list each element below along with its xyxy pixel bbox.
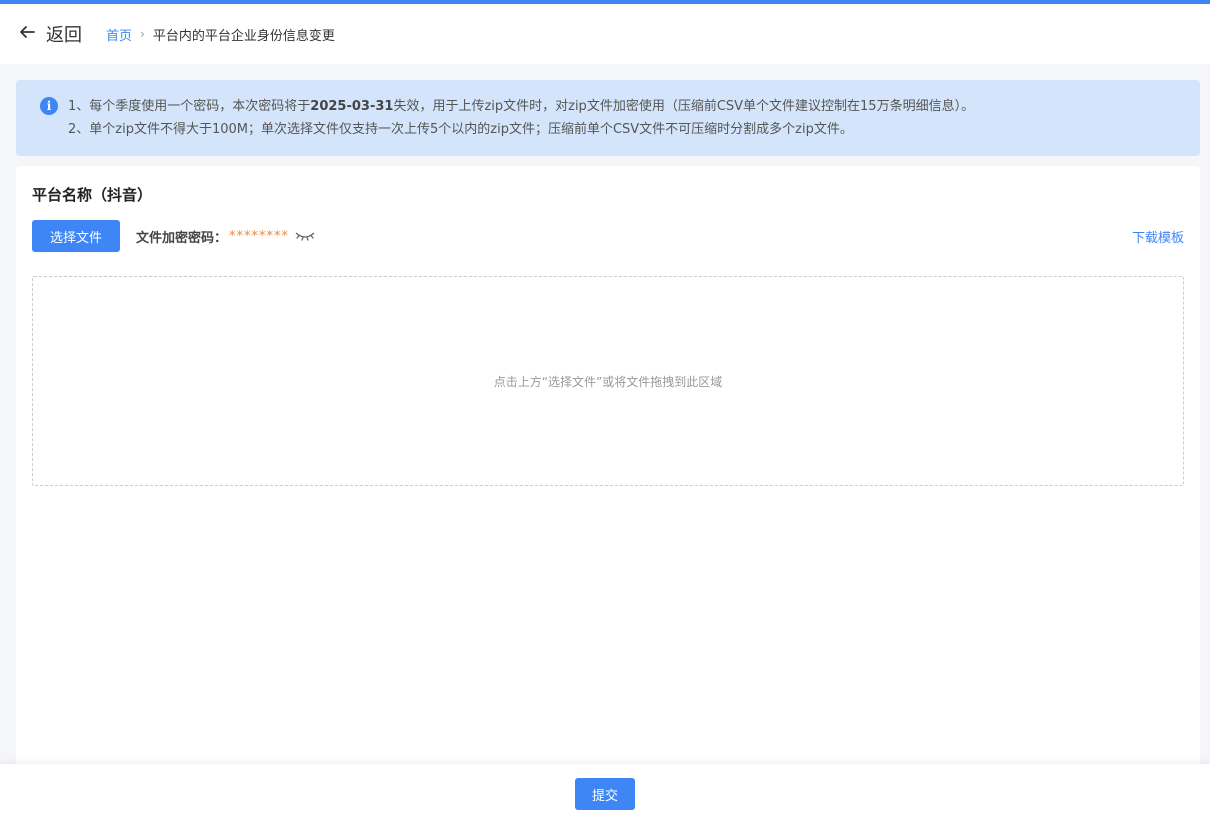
password-value: ******** bbox=[229, 228, 290, 244]
notice-line-1-prefix: 1、每个季度使用一个密码，本次密码将于 bbox=[68, 99, 311, 114]
back-button[interactable]: 返回 bbox=[18, 21, 82, 47]
select-file-button[interactable]: 选择文件 bbox=[32, 220, 120, 252]
dropzone-hint: 点击上方“选择文件”或将文件拖拽到此区域 bbox=[493, 374, 723, 389]
eye-closed-icon[interactable] bbox=[295, 230, 315, 242]
notice-line-2: 2、单个zip文件不得大于100M；单次选择文件仅支持一次上传5个以内的zip文… bbox=[68, 122, 853, 137]
footer-bar: 提交 bbox=[0, 764, 1210, 824]
notice-line-1-suffix: 失效，用于上传zip文件时，对zip文件加密使用（压缩前CSV单个文件建议控制在… bbox=[393, 99, 975, 114]
platform-title: 平台名称（抖音） bbox=[32, 186, 153, 204]
page-header: 返回 首页 › 平台内的平台企业身份信息变更 bbox=[0, 4, 1210, 64]
breadcrumb-separator: › bbox=[140, 27, 145, 41]
info-icon: i bbox=[40, 97, 58, 115]
password-label: 文件加密密码： bbox=[136, 230, 228, 246]
notice-line-1: 1、每个季度使用一个密码，本次密码将于2025-03-31失效，用于上传zip文… bbox=[68, 95, 974, 118]
breadcrumb-current: 平台内的平台企业身份信息变更 bbox=[152, 28, 335, 44]
notice-text: 1、每个季度使用一个密码，本次密码将于2025-03-31失效，用于上传zip文… bbox=[68, 95, 974, 156]
notice-expiry-date: 2025-03-31 bbox=[310, 99, 394, 114]
upload-toolbar: 选择文件 文件加密密码： ******** 下载模板 bbox=[32, 220, 1184, 252]
download-template-link[interactable]: 下载模板 bbox=[1132, 227, 1184, 246]
submit-button[interactable]: 提交 bbox=[575, 778, 635, 810]
upload-panel: 平台名称（抖音） 选择文件 文件加密密码： ******** 下载模板 点击上方… bbox=[16, 166, 1200, 766]
info-notice: i 1、每个季度使用一个密码，本次密码将于2025-03-31失效，用于上传zi… bbox=[16, 80, 1200, 156]
breadcrumb-home-link[interactable]: 首页 bbox=[106, 25, 132, 44]
back-label: 返回 bbox=[46, 25, 82, 46]
breadcrumb: 首页 › 平台内的平台企业身份信息变更 bbox=[106, 25, 335, 44]
file-dropzone[interactable]: 点击上方“选择文件”或将文件拖拽到此区域 bbox=[32, 276, 1184, 486]
arrow-left-icon bbox=[18, 23, 36, 45]
